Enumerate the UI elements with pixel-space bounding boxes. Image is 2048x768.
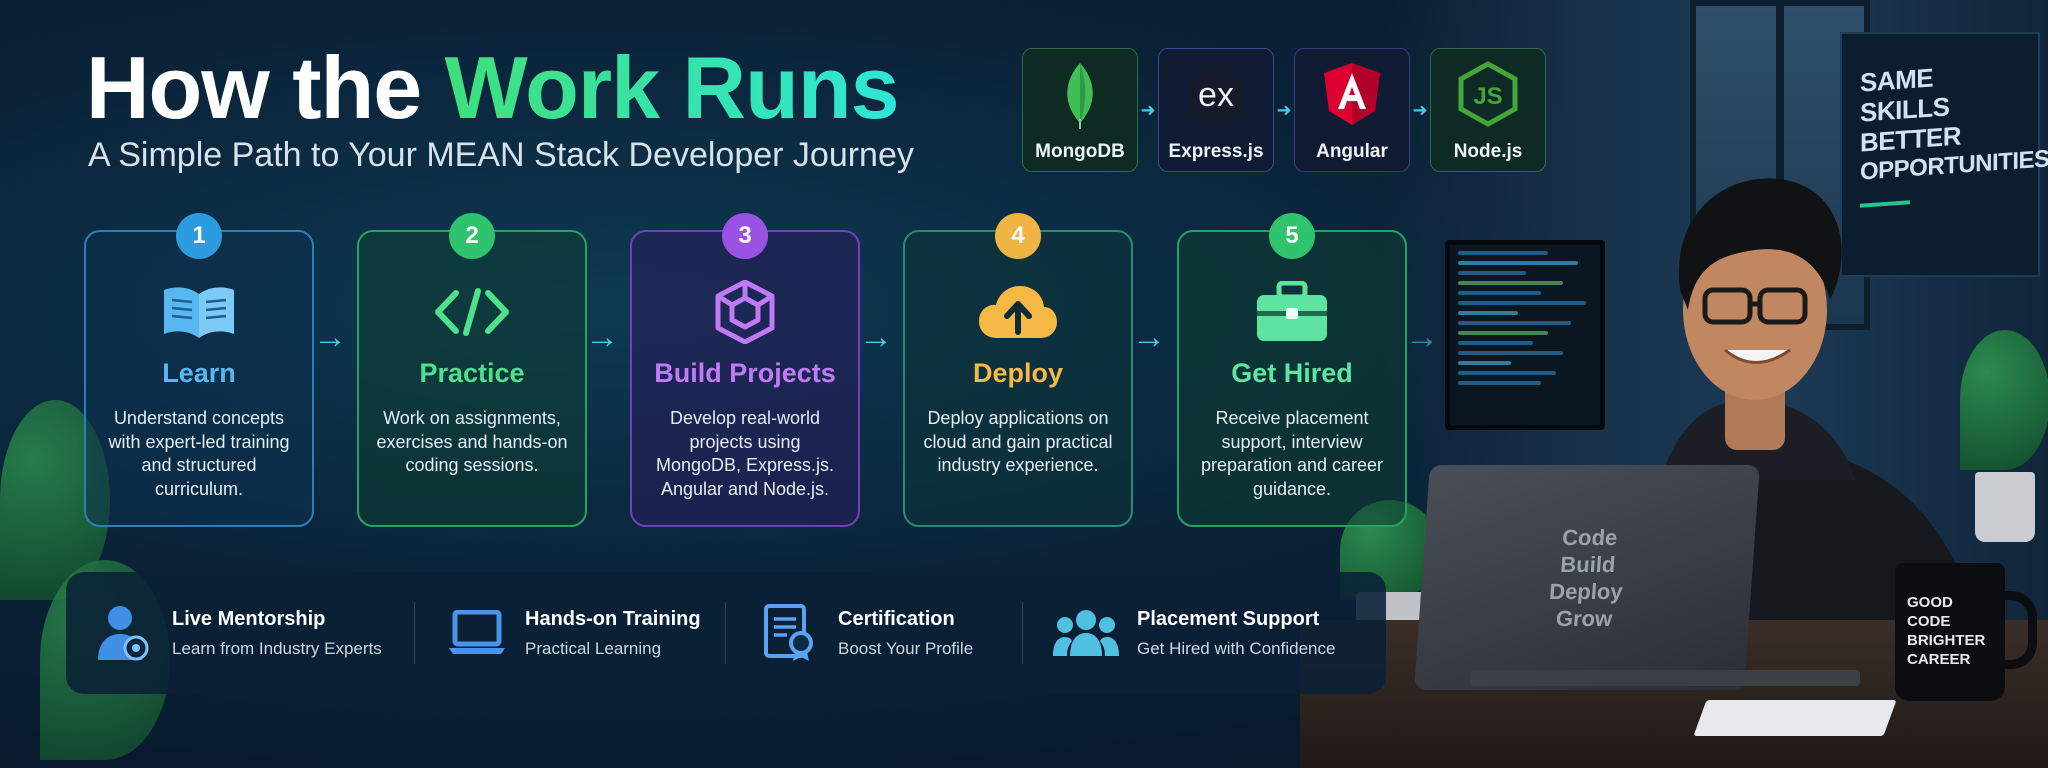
step-title: Learn — [162, 358, 236, 388]
arrow-right-icon: → — [585, 318, 619, 356]
step-card-deploy: 4 Deploy Deploy applications on cloud an… — [903, 213, 1133, 527]
feature-subtitle: Boost Your Profile — [838, 638, 974, 658]
feature-hands-on-training: Hands-on Training Practical Learning — [447, 600, 725, 666]
cloud-upload-icon — [977, 282, 1059, 342]
feature-title: Certification — [838, 607, 955, 630]
step-description: Develop real-world projects using MongoD… — [655, 408, 835, 499]
step-description: Receive placement support, interview pre… — [1200, 408, 1384, 499]
laptop-base — [1470, 670, 1860, 686]
tech-label: Node.js — [1453, 141, 1523, 162]
features-bar: Live Mentorship Learn from Industry Expe… — [66, 572, 1386, 694]
cube-icon — [714, 280, 776, 344]
arrow-right-icon: → — [859, 318, 893, 356]
feature-placement-support: Placement Support Get Hired with Confide… — [1053, 600, 1363, 666]
tech-label: Express.js — [1168, 141, 1264, 162]
tech-label: MongoDB — [1035, 141, 1125, 162]
title-part-2: Work Runs — [444, 38, 900, 137]
step-description: Work on assignments, exercises and hands… — [376, 408, 568, 475]
team-icon — [1053, 603, 1119, 663]
page-subtitle: A Simple Path to Your MEAN Stack Develop… — [88, 136, 914, 174]
step-title: Practice — [419, 358, 525, 388]
step-number-badge: 5 — [1269, 213, 1315, 259]
laptop-text-line: Grow — [1555, 605, 1614, 631]
step-description: Deploy applications on cloud and gain pr… — [923, 408, 1113, 475]
title-part-1: How the — [86, 38, 445, 137]
tech-angular: Angular — [1294, 48, 1410, 172]
mug-text-line: BRIGHTER — [1907, 632, 1986, 649]
tech-express: ex Express.js — [1158, 48, 1274, 172]
step-title: Get Hired — [1231, 358, 1353, 388]
step-card-build-projects: 3 Build Projects Develop real-world proj… — [630, 213, 860, 527]
step-card-practice: 2 Practice Work on assignments, exercise… — [357, 213, 587, 527]
arrow-right-icon: → — [1132, 318, 1166, 356]
code-brackets-icon — [434, 282, 510, 342]
plant-pot — [1975, 472, 2035, 542]
mug-text-line: CODE — [1907, 613, 1951, 630]
feature-title: Hands-on Training — [525, 607, 701, 630]
notebook — [1693, 700, 1897, 736]
step-number-badge: 2 — [449, 213, 495, 259]
feature-title: Placement Support — [1137, 607, 1320, 630]
mug-text-line: GOOD — [1907, 594, 1953, 611]
coffee-mug: GOOD CODE BRIGHTER CAREER — [1895, 563, 2037, 701]
leaf-icon — [1067, 63, 1093, 129]
laptop-text-line: Deploy — [1548, 578, 1624, 604]
laptop-text-line: Build — [1559, 551, 1617, 577]
tech-mongodb: MongoDB — [1022, 48, 1138, 172]
mug-text-line: CAREER — [1907, 651, 1971, 668]
angular-shield-icon — [1324, 63, 1380, 125]
laptop-icon — [447, 603, 507, 663]
arrow-right-icon: → — [313, 318, 347, 356]
plant — [1960, 330, 2048, 470]
feature-certification: Certification Boost Your Profile — [760, 600, 1022, 666]
divider — [1022, 602, 1023, 664]
step-number-badge: 3 — [722, 213, 768, 259]
divider — [725, 602, 726, 664]
certificate-icon — [760, 603, 820, 663]
step-number-badge: 1 — [176, 213, 222, 259]
feature-live-mentorship: Live Mentorship Learn from Industry Expe… — [94, 600, 414, 666]
step-description: Understand concepts with expert-led trai… — [108, 408, 290, 499]
ex-icon: ex — [1186, 65, 1246, 125]
page-title: How the Work Runs — [86, 38, 900, 138]
step-card-get-hired: 5 Get Hired Receive placement support, i… — [1177, 213, 1407, 527]
arrow-right-icon: ➜ — [1140, 99, 1156, 120]
arrow-right-icon: ➜ — [1276, 99, 1292, 120]
divider — [414, 602, 415, 664]
nodejs-hex-icon: JS — [1458, 61, 1518, 127]
laptop-text-line: Code — [1561, 524, 1619, 550]
open-book-icon — [160, 282, 238, 342]
arrow-right-icon: → — [1405, 318, 1439, 356]
step-card-learn: 1 Learn Understand concepts with expert-… — [84, 213, 314, 527]
tech-label: Angular — [1316, 141, 1388, 162]
feature-title: Live Mentorship — [172, 607, 326, 630]
step-number-badge: 4 — [995, 213, 1041, 259]
feature-subtitle: Learn from Industry Experts — [172, 638, 382, 658]
svg-text:JS: JS — [1473, 83, 1502, 110]
laptop: Code Build Deploy Grow — [1414, 465, 1760, 690]
feature-subtitle: Get Hired with Confidence — [1137, 638, 1336, 658]
feature-subtitle: Practical Learning — [525, 638, 662, 658]
step-title: Build Projects — [654, 358, 836, 388]
mentor-icon — [94, 603, 154, 663]
arrow-right-icon: ➜ — [1412, 99, 1428, 120]
step-title: Deploy — [972, 358, 1064, 388]
briefcase-icon — [1255, 281, 1329, 342]
tech-nodejs: JS Node.js — [1430, 48, 1546, 172]
tech-stack-row: MongoDB ➜ ex Express.js ➜ Angular ➜ JS N… — [1022, 48, 1546, 172]
